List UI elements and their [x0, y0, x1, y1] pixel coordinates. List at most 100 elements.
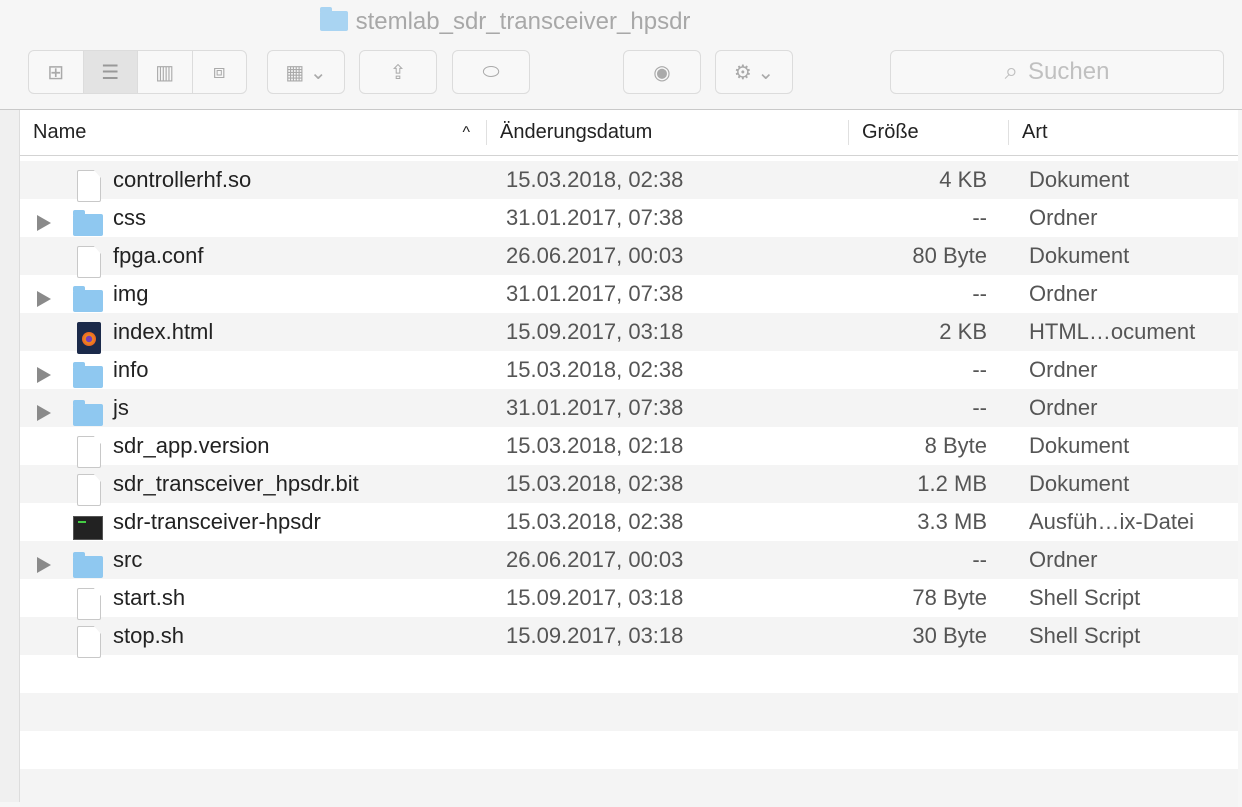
gear-icon: ⚙ ⌄	[733, 61, 775, 84]
name-cell: sdr-transceiver-hpsdr	[20, 509, 487, 540]
file-date: 26.06.2017, 00:03	[506, 547, 684, 572]
name-cell: sdr_app.version	[20, 433, 487, 468]
disclosure-triangle-icon[interactable]	[37, 291, 51, 307]
file-kind: Shell Script	[1029, 585, 1141, 610]
disclosure-triangle-icon[interactable]	[37, 367, 51, 383]
file-size: --	[972, 281, 987, 306]
name-cell: sdr_transceiver_hpsdr.bit	[20, 471, 487, 506]
folder-icon	[73, 210, 103, 236]
sort-ascending-icon: ^	[462, 123, 470, 141]
cover-flow-button[interactable]: ⧈	[193, 51, 247, 93]
file-name: controllerhf.so	[113, 167, 252, 192]
file-row[interactable]: sdr_app.version 15.03.2018, 02:18 8 Byte…	[20, 427, 1238, 468]
file-row[interactable]: sdr-transceiver-hpsdr 15.03.2018, 02:38 …	[20, 503, 1238, 541]
file-kind: Ordner	[1029, 281, 1098, 306]
search-icon: ⌕	[1004, 58, 1019, 85]
column-kind[interactable]: Art	[1009, 120, 1238, 145]
share-button[interactable]: ⇪	[359, 50, 437, 94]
toolbar: stemlab_sdr_transceiver_hpsdr ⊞ ☰ ▥ ⧈ ▦ …	[0, 0, 1242, 110]
file-row[interactable]: info 15.03.2018, 02:38 -- Ordner	[20, 351, 1238, 389]
name-cell: start.sh	[20, 585, 487, 620]
file-row[interactable]: stop.sh 15.09.2017, 03:18 30 Byte Shell …	[20, 617, 1238, 658]
file-row[interactable]: sdr_transceiver_hpsdr.bit 15.03.2018, 02…	[20, 465, 1238, 506]
name-cell: stop.sh	[20, 623, 487, 658]
name-cell: controllerhf.so	[20, 167, 487, 202]
document-icon	[77, 246, 101, 278]
file-size: 78 Byte	[912, 585, 987, 610]
tag-button[interactable]: ⬭	[452, 50, 530, 94]
file-row[interactable]: src 26.06.2017, 00:03 -- Ordner	[20, 541, 1238, 579]
name-cell: css	[20, 205, 487, 236]
disclosure-triangle-icon[interactable]	[37, 405, 51, 421]
file-size: 80 Byte	[912, 243, 987, 268]
share-icon: ⇪	[389, 61, 407, 84]
quick-look-button[interactable]: ◉	[623, 50, 701, 94]
file-size: 1.2 MB	[917, 471, 987, 496]
file-size: --	[972, 205, 987, 230]
document-icon	[77, 474, 101, 506]
file-kind: Ordner	[1029, 205, 1098, 230]
file-name: img	[113, 281, 149, 306]
icon-view-button[interactable]: ⊞	[29, 51, 84, 93]
group-icon: ▦ ⌄	[285, 61, 327, 84]
file-kind: Dokument	[1029, 471, 1130, 496]
document-icon	[77, 626, 101, 658]
file-kind: Dokument	[1029, 167, 1130, 192]
file-kind: Dokument	[1029, 243, 1130, 268]
sidebar	[0, 110, 20, 802]
action-button[interactable]: ⚙ ⌄	[715, 50, 793, 94]
empty-row	[20, 655, 1238, 693]
file-name: info	[113, 357, 149, 382]
name-cell: info	[20, 357, 487, 388]
document-icon	[77, 588, 101, 620]
empty-row	[20, 769, 1238, 807]
column-date[interactable]: Änderungsdatum	[487, 120, 849, 145]
column-view-button[interactable]: ▥	[138, 51, 193, 93]
disclosure-triangle-icon[interactable]	[37, 215, 51, 231]
tag-icon: ⬭	[482, 60, 500, 83]
file-kind: Dokument	[1029, 433, 1130, 458]
search-field[interactable]: ⌕ Suchen	[890, 50, 1224, 94]
file-date: 31.01.2017, 07:38	[506, 281, 684, 306]
file-size: 30 Byte	[912, 623, 987, 648]
file-date: 26.06.2017, 00:03	[506, 243, 684, 268]
firefox-html-icon	[77, 322, 101, 354]
name-cell: js	[20, 395, 487, 426]
file-size: --	[972, 547, 987, 572]
file-row[interactable]: img 31.01.2017, 07:38 -- Ordner	[20, 275, 1238, 313]
file-name: sdr_app.version	[113, 433, 270, 458]
file-row[interactable]: controllerhf.so 15.03.2018, 02:38 4 KB D…	[20, 161, 1238, 202]
column-name[interactable]: Name ^	[20, 120, 487, 145]
file-name: start.sh	[113, 585, 186, 610]
list-view-button[interactable]: ☰	[83, 51, 138, 93]
file-row[interactable]: css 31.01.2017, 07:38 -- Ordner	[20, 199, 1238, 237]
file-name: js	[113, 395, 129, 420]
file-kind: Ordner	[1029, 357, 1098, 382]
name-cell: fpga.conf	[20, 243, 487, 278]
file-date: 15.09.2017, 03:18	[506, 319, 684, 344]
file-row[interactable]: index.html 15.09.2017, 03:18 2 KB HTML…o…	[20, 313, 1238, 354]
view-mode-switcher[interactable]: ⊞ ☰ ▥ ⧈	[28, 50, 247, 94]
file-row[interactable]: start.sh 15.09.2017, 03:18 78 Byte Shell…	[20, 579, 1238, 620]
file-row[interactable]: fpga.conf 26.06.2017, 00:03 80 Byte Doku…	[20, 237, 1238, 278]
window-title: stemlab_sdr_transceiver_hpsdr	[0, 7, 1010, 36]
file-name: src	[113, 547, 143, 572]
arrange-button[interactable]: ▦ ⌄	[267, 50, 345, 94]
column-size[interactable]: Größe	[849, 120, 1009, 145]
rows: controllerhf.so 15.03.2018, 02:38 4 KB D…	[20, 161, 1238, 807]
file-name: fpga.conf	[113, 243, 204, 268]
file-date: 31.01.2017, 07:38	[506, 205, 684, 230]
file-kind: Ordner	[1029, 395, 1098, 420]
file-date: 15.03.2018, 02:38	[506, 357, 684, 382]
name-cell: img	[20, 281, 487, 312]
file-name: index.html	[113, 319, 214, 344]
file-date: 15.09.2017, 03:18	[506, 585, 684, 610]
file-size: --	[972, 357, 987, 382]
file-name: css	[113, 205, 146, 230]
file-size: 8 Byte	[924, 433, 987, 458]
file-row[interactable]: js 31.01.2017, 07:38 -- Ordner	[20, 389, 1238, 427]
file-size: 2 KB	[939, 319, 987, 344]
file-size: 4 KB	[939, 167, 987, 192]
disclosure-triangle-icon[interactable]	[37, 557, 51, 573]
file-date: 15.03.2018, 02:38	[506, 471, 684, 496]
